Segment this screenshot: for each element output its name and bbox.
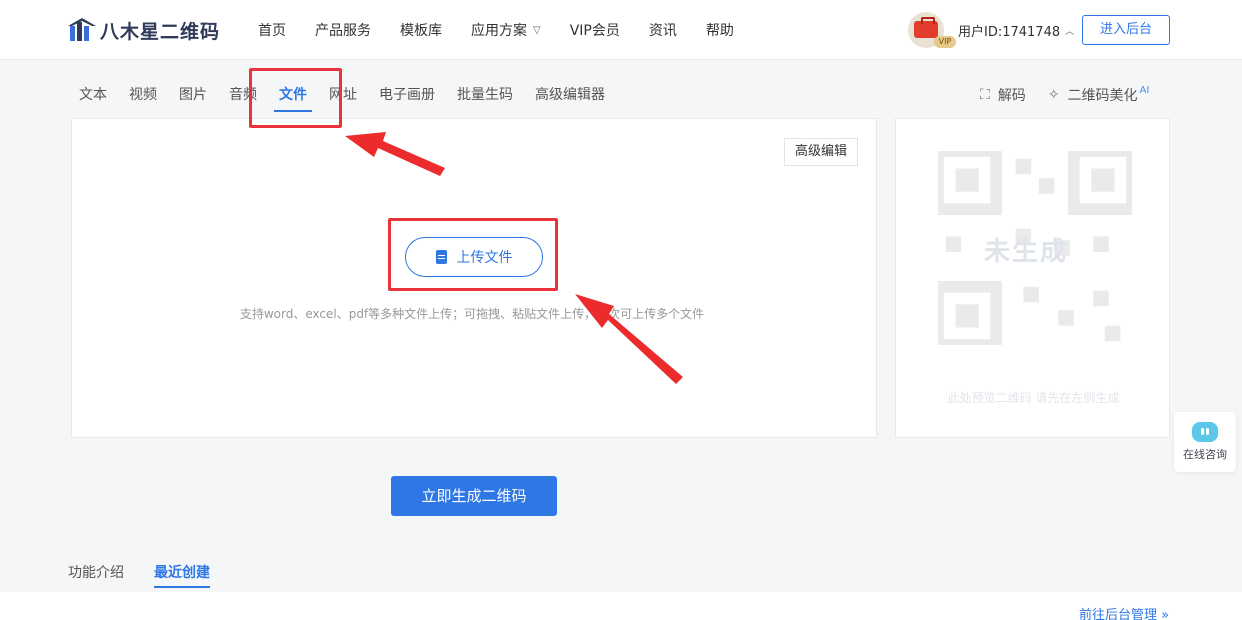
online-consult-label: 在线咨询: [1183, 448, 1227, 461]
top-navbar: 八木星二维码 首页 产品服务 模板库 应用方案 ▽ VIP会员 资讯 帮助 VIP…: [0, 0, 1242, 60]
generate-qr-button[interactable]: 立即生成二维码: [391, 476, 557, 516]
nav-home[interactable]: 首页: [258, 20, 286, 40]
bottom-tabs: 功能介绍 最近创建: [68, 562, 240, 588]
vip-badge: VIP: [934, 36, 956, 48]
ai-tag: AI: [1139, 84, 1150, 96]
qr-preview-panel: 未生成 此处预览二维码 请先在左侧生成: [895, 118, 1170, 438]
nav-templates[interactable]: 模板库: [400, 20, 442, 40]
tab-recent[interactable]: 最近创建: [154, 562, 210, 588]
nav-vip-label: VIP会员: [569, 23, 620, 39]
tab-text[interactable]: 文本: [79, 80, 107, 110]
nav-templates-label: 模板库: [400, 23, 442, 39]
user-menu[interactable]: VIP 用户ID:1741748 ︿: [908, 12, 1074, 48]
chat-bubble-icon: [1192, 422, 1218, 442]
chevron-up-icon: ︿: [1065, 26, 1075, 37]
nav-help[interactable]: 帮助: [706, 20, 734, 40]
decode-button[interactable]: ⛶ 解码: [980, 85, 1026, 105]
nav-news[interactable]: 资讯: [649, 20, 677, 40]
nav-help-label: 帮助: [705, 23, 734, 39]
tool-links: ⛶ 解码 ✧ 二维码美化 AI: [980, 80, 1171, 110]
nav-products[interactable]: 产品服务: [315, 20, 371, 40]
briefcase-icon: [914, 17, 938, 38]
nav-products-label: 产品服务: [315, 23, 371, 39]
nav-news-label: 资讯: [648, 23, 677, 39]
tab-ebook[interactable]: 电子画册: [379, 80, 435, 110]
bottom-panel: [0, 592, 1242, 620]
user-id[interactable]: 用户ID:1741748 ︿: [958, 21, 1074, 40]
advanced-edit-button[interactable]: 高级编辑: [784, 138, 858, 166]
beautify-button[interactable]: ✧ 二维码美化 AI: [1048, 85, 1150, 105]
not-generated-label: 未生成: [984, 237, 1069, 267]
main-nav: 首页 产品服务 模板库 应用方案 ▽ VIP会员 资讯 帮助: [258, 0, 763, 60]
tab-features[interactable]: 功能介绍: [68, 562, 124, 588]
avatar[interactable]: VIP: [908, 12, 956, 48]
nav-solutions[interactable]: 应用方案 ▽: [471, 20, 541, 40]
online-consult-button[interactable]: 在线咨询: [1174, 412, 1236, 472]
tab-advanced-editor[interactable]: 高级编辑器: [535, 80, 605, 110]
preview-hint: 此处预览二维码 请先在左侧生成: [947, 391, 1120, 405]
tab-batch[interactable]: 批量生码: [457, 80, 513, 110]
user-id-label: 用户ID:1741748: [958, 24, 1061, 40]
logo[interactable]: 八木星二维码: [68, 16, 220, 44]
beautify-label: 二维码美化: [1067, 88, 1138, 104]
magic-wand-icon: ✧: [1047, 87, 1060, 103]
nav-solutions-label: 应用方案: [471, 23, 527, 39]
chevron-down-icon: ▽: [533, 24, 541, 36]
highlight-box-file-tab: [249, 68, 342, 128]
logo-text: 八木星二维码: [100, 20, 221, 43]
nav-vip[interactable]: VIP会员: [570, 20, 620, 40]
qr-type-tabs: 文本 视频 图片 音频 文件 网址 电子画册 批量生码 高级编辑器: [79, 80, 627, 112]
manage-backend-link[interactable]: 前往后台管理 »: [1079, 604, 1169, 620]
tab-video[interactable]: 视频: [129, 80, 157, 110]
upload-hint: 支持word、excel、pdf等多种文件上传；可拖拽、粘贴文件上传，一次可上传…: [239, 307, 705, 321]
logo-icon: [68, 18, 96, 41]
decode-label: 解码: [997, 88, 1026, 104]
scan-icon: ⛶: [980, 87, 990, 103]
enter-backend-button[interactable]: 进入后台: [1082, 15, 1170, 45]
tab-image[interactable]: 图片: [179, 80, 207, 110]
nav-home-label: 首页: [258, 23, 286, 39]
highlight-box-upload: [388, 218, 558, 291]
